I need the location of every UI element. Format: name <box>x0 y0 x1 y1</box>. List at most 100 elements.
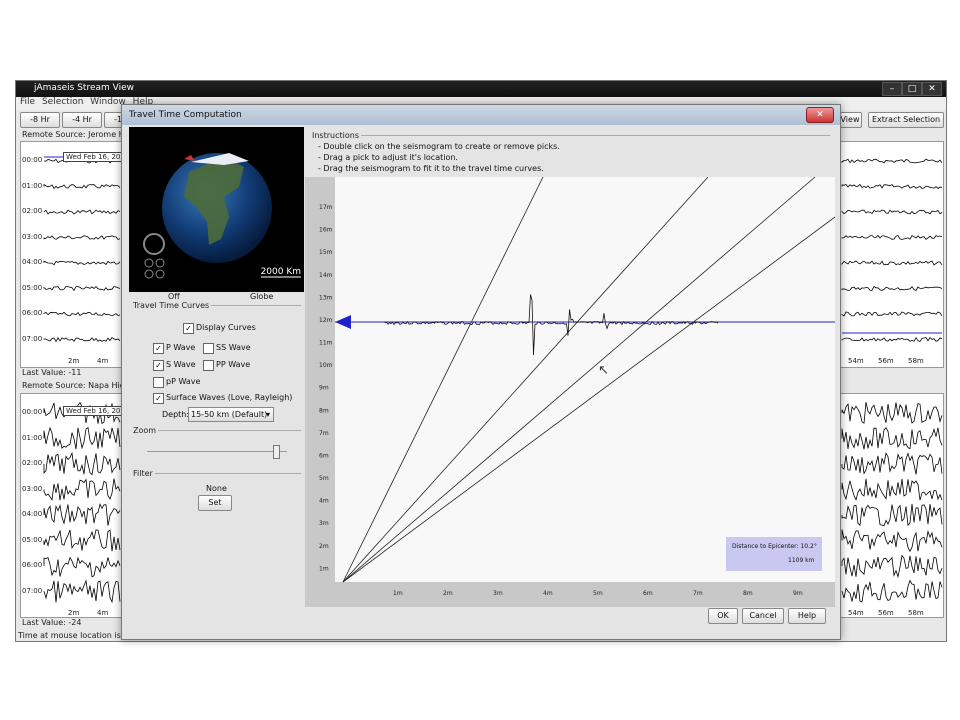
y-tick-label: 2m <box>319 543 329 550</box>
seismogram-trace <box>43 311 121 317</box>
minute-tick-label: 4m <box>97 609 109 617</box>
seismogram-trace <box>43 209 121 215</box>
hour-label: 01:00 <box>22 181 43 190</box>
depth-label: Depth: <box>162 410 190 419</box>
filter-set-button[interactable]: Set <box>198 495 232 511</box>
dialog-title-bar: Travel Time Computation ✕ <box>122 105 840 125</box>
dialog-close-button[interactable]: ✕ <box>806 107 834 123</box>
zoom-slider-thumb[interactable] <box>272 445 280 459</box>
x-tick-label: 8m <box>743 590 753 597</box>
seismogram-trace <box>841 311 943 317</box>
seismogram-trace <box>841 478 943 501</box>
seismogram-trace <box>43 503 121 526</box>
seismogram-trace <box>841 209 943 215</box>
minute-tick-label: 58m <box>908 609 924 617</box>
seismogram-trace <box>43 579 121 604</box>
seismogram-trace <box>841 529 943 553</box>
seismogram-trace <box>841 158 943 164</box>
seismogram-trace <box>43 529 121 552</box>
minute-tick-label: 2m <box>68 357 80 365</box>
seismogram-trace <box>43 478 121 501</box>
ok-button[interactable]: OK <box>708 608 738 624</box>
x-tick-label: 7m <box>693 590 703 597</box>
travel-time-dialog: Travel Time Computation ✕ 2000 Km Off Gl… <box>121 104 841 640</box>
chevron-down-icon: ▾ <box>265 410 270 419</box>
minute-tick-label: 56m <box>878 357 894 365</box>
seismogram-trace <box>841 503 943 527</box>
mouse-cursor-icon: ↖ <box>598 363 609 378</box>
seismogram-trace <box>841 402 943 424</box>
ss-wave-checkbox[interactable] <box>203 343 214 354</box>
x-tick-label: 1m <box>393 590 403 597</box>
globe-view[interactable]: 2000 Km <box>129 127 304 292</box>
x-tick-label: 9m <box>793 590 803 597</box>
dialog-title: Travel Time Computation <box>129 110 242 120</box>
seismogram-trace <box>841 579 943 603</box>
surface-waves-label: Surface Waves (Love, Rayleigh) <box>166 393 293 402</box>
hour-label: 00:00 <box>22 156 43 164</box>
y-tick-label: 1m <box>319 565 329 572</box>
pp-lower-wave-checkbox[interactable] <box>153 377 164 388</box>
hour-label: 01:00 <box>22 433 43 442</box>
y-tick-label: 7m <box>319 430 329 437</box>
depth-select-value: 15-50 km (Default) <box>191 410 268 419</box>
y-tick-label: 9m <box>319 385 329 392</box>
y-tick-label: 16m <box>319 227 333 234</box>
hour-label: 05:00 <box>22 535 43 544</box>
x-tick-label: 5m <box>593 590 603 597</box>
hour-label: 07:00 <box>22 334 43 343</box>
minute-tick-label: 54m <box>848 357 864 365</box>
y-tick-label: 17m <box>319 204 333 211</box>
hour-label: 04:00 <box>22 258 43 266</box>
x-tick-label: 6m <box>643 590 653 597</box>
display-curves-label: Display Curves <box>196 323 256 332</box>
instructions-legend: Instructions <box>312 131 359 140</box>
surface-waves-checkbox[interactable]: ✓ <box>153 393 164 404</box>
seismogram-trace <box>43 183 121 190</box>
plot-area[interactable] <box>335 177 835 582</box>
p-wave-checkbox[interactable]: ✓ <box>153 343 164 354</box>
depth-select[interactable]: 15-50 km (Default) ▾ <box>188 407 274 422</box>
seismogram-trace <box>841 285 943 292</box>
cancel-button[interactable]: Cancel <box>742 608 784 624</box>
x-tick-label: 3m <box>493 590 503 597</box>
hour-label: 04:00 <box>22 510 43 518</box>
y-tick-label: 13m <box>319 294 333 301</box>
filter-value: None <box>206 484 227 493</box>
minute-tick-label: 56m <box>878 609 894 617</box>
pp-lower-wave-label: pP Wave <box>166 377 201 386</box>
zoom-slider-track[interactable] <box>147 451 287 452</box>
y-tick-label: 10m <box>319 362 333 369</box>
x-tick-label: 4m <box>543 590 553 597</box>
seismogram-trace <box>43 286 121 292</box>
seismogram-trace <box>43 337 121 343</box>
seismogram-trace <box>43 451 121 476</box>
filter-legend: Filter <box>133 469 153 478</box>
seismogram-trace <box>841 427 943 450</box>
y-tick-label: 5m <box>319 475 329 482</box>
travel-time-curves-legend: Travel Time Curves <box>133 301 210 310</box>
seismogram-trace <box>841 183 943 190</box>
distance-km: 1109 km <box>788 557 815 564</box>
globe-scale: 2000 Km <box>260 267 301 277</box>
hour-label: 06:00 <box>22 561 43 569</box>
p-wave-label: P Wave <box>166 343 196 352</box>
pp-wave-label: PP Wave <box>216 360 251 369</box>
pp-wave-checkbox[interactable] <box>203 360 214 371</box>
hour-label: 02:00 <box>22 459 43 467</box>
instruction-line: - Double click on the seismogram to crea… <box>318 142 560 151</box>
ss-wave-label: SS Wave <box>216 343 251 352</box>
globe-globe-label: Globe <box>250 292 274 301</box>
hour-label: 06:00 <box>22 309 43 317</box>
y-tick-label: 11m <box>319 340 333 347</box>
s-wave-label: S Wave <box>166 360 196 369</box>
help-button[interactable]: Help <box>788 608 826 624</box>
y-tick-label: 12m <box>319 317 333 324</box>
display-curves-checkbox[interactable]: ✓ <box>183 323 194 334</box>
instruction-line: - Drag the seismogram to fit it to the t… <box>318 164 544 173</box>
hour-label: 05:00 <box>22 283 43 292</box>
y-tick-label: 3m <box>319 520 329 527</box>
hour-label: 03:00 <box>22 484 43 493</box>
seismogram-trace <box>43 556 121 578</box>
s-wave-checkbox[interactable]: ✓ <box>153 360 164 371</box>
